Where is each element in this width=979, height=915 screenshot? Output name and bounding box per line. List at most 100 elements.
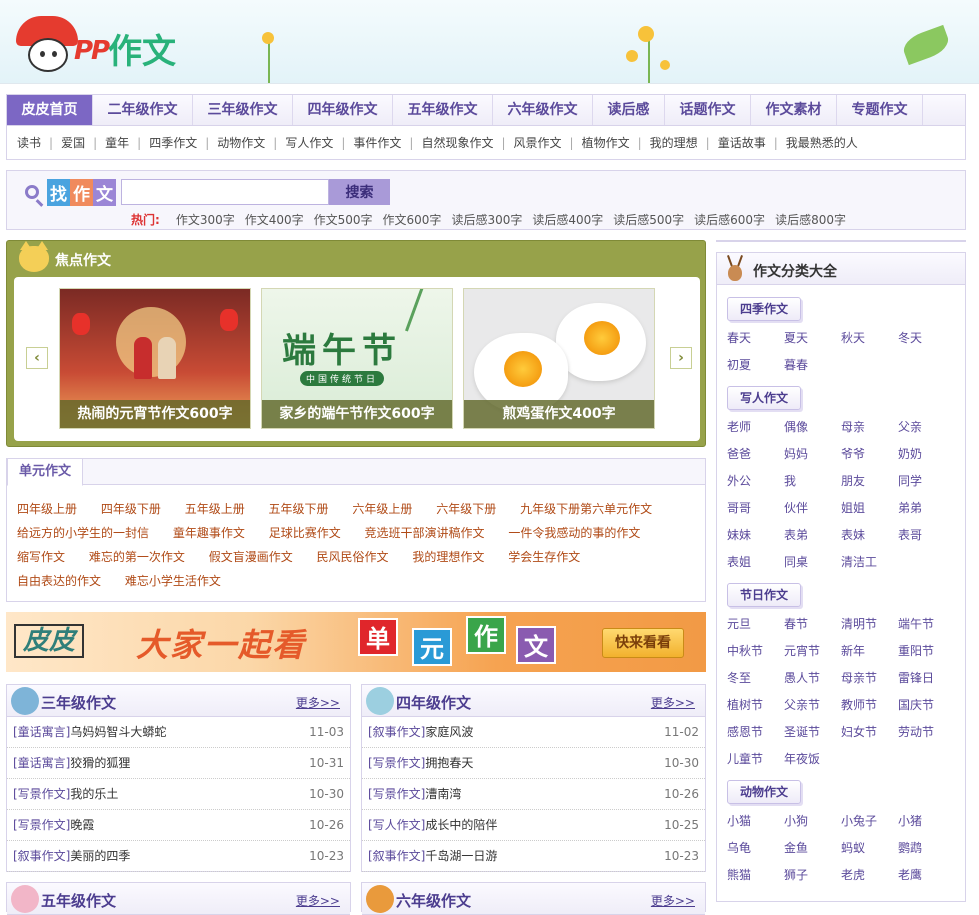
category-link[interactable]: 哥哥 [727,499,784,517]
category-link[interactable]: 我 [784,472,841,490]
category-link[interactable]: 同学 [898,472,955,490]
hot-item[interactable]: 作文600字 [383,211,442,228]
category-link[interactable]: 中秋节 [727,642,784,660]
category-link[interactable]: 同桌 [784,553,841,571]
category-link[interactable]: 表弟 [784,526,841,544]
carousel-prev-button[interactable]: ‹ [26,347,48,369]
unit-link[interactable]: 四年级上册 [17,502,77,516]
subnav-item[interactable]: 风景作文 [514,134,562,151]
more-link[interactable]: 更多>> [651,694,695,711]
nav-grade-2[interactable]: 二年级作文 [93,95,193,125]
unit-link[interactable]: 六年级下册 [436,502,496,516]
category-link[interactable]: 蚂蚁 [841,839,898,857]
hot-item[interactable]: 读后感300字 [451,211,522,228]
category-link[interactable]: 偶像 [784,418,841,436]
category-link[interactable]: 冬至 [727,669,784,687]
tab-unit-compositions[interactable]: 单元作文 [7,458,83,486]
unit-link[interactable]: 学会生存作文 [508,550,580,564]
category-link[interactable]: 劳动节 [898,723,955,741]
unit-link[interactable]: 难忘的第一次作文 [89,550,185,564]
article-row[interactable]: [童话寓言]乌妈妈智斗大蟒蛇 11-03 [7,717,350,748]
article-row[interactable]: [写景作文]漕南湾 10-26 [362,779,705,810]
site-logo[interactable]: PP 作文 [14,12,194,74]
category-link[interactable]: 夏天 [784,329,841,347]
unit-link[interactable]: 给远方的小学生的一封信 [17,526,149,540]
category-link[interactable]: 爷爷 [841,445,898,463]
nav-special[interactable]: 专题作文 [837,95,923,125]
carousel-slide[interactable]: 端午节 中国传统节日 家乡的端午节作文600字 [261,288,453,429]
category-link[interactable]: 新年 [841,642,898,660]
nav-grade-6[interactable]: 六年级作文 [493,95,593,125]
category-link[interactable]: 老虎 [841,866,898,884]
article-row[interactable]: [写景作文]我的乐土 10-30 [7,779,350,810]
unit-link[interactable]: 缩写作文 [17,550,65,564]
unit-link[interactable]: 我的理想作文 [412,550,484,564]
unit-link[interactable]: 民风民俗作文 [317,550,389,564]
category-link[interactable]: 父亲 [898,418,955,436]
search-input[interactable] [121,179,329,205]
subnav-item[interactable]: 读书 [17,134,41,151]
subnav-item[interactable]: 动物作文 [217,134,265,151]
category-link[interactable]: 小猫 [727,812,784,830]
unit-link[interactable]: 五年级下册 [269,502,329,516]
unit-link[interactable]: 假文盲漫画作文 [209,550,293,564]
subnav-item[interactable]: 植物作文 [582,134,630,151]
category-link[interactable]: 鹦鹉 [898,839,955,857]
subnav-item[interactable]: 四季作文 [149,134,197,151]
hot-item[interactable]: 作文300字 [176,211,235,228]
subnav-item[interactable]: 童话故事 [718,134,766,151]
category-link[interactable]: 冬天 [898,329,955,347]
search-button[interactable]: 搜索 [329,179,390,205]
article-row[interactable]: [写人作文]成长中的陪伴 10-25 [362,810,705,841]
category-link[interactable]: 儿童节 [727,750,784,768]
category-link[interactable]: 外公 [727,472,784,490]
more-link[interactable]: 更多>> [296,892,340,909]
category-link[interactable]: 妇女节 [841,723,898,741]
hot-item[interactable]: 读后感600字 [694,211,765,228]
unit-link[interactable]: 九年级下册第六单元作文 [520,502,652,516]
category-animals[interactable]: 动物作文 [727,780,802,804]
category-link[interactable]: 妈妈 [784,445,841,463]
category-link[interactable]: 弟弟 [898,499,955,517]
category-link[interactable]: 伙伴 [784,499,841,517]
category-people[interactable]: 写人作文 [727,386,802,410]
unit-link[interactable]: 一件令我感动的事的作文 [508,526,640,540]
category-link[interactable]: 母亲 [841,418,898,436]
category-link[interactable]: 清洁工 [841,553,898,571]
unit-link[interactable]: 童年趣事作文 [173,526,245,540]
banner-see-button[interactable]: 快来看看 [602,628,684,658]
nav-material[interactable]: 作文素材 [751,95,837,125]
category-link[interactable]: 秋天 [841,329,898,347]
unit-link[interactable]: 难忘小学生活作文 [125,574,221,588]
category-link[interactable]: 爸爸 [727,445,784,463]
nav-reading-notes[interactable]: 读后感 [593,95,665,125]
category-link[interactable]: 表妹 [841,526,898,544]
article-row[interactable]: [叙事作文]美丽的四季 10-23 [7,841,350,872]
promo-banner[interactable]: 皮皮 大家一起看 单 元 作 文 快来看看 [6,612,706,672]
category-link[interactable]: 奶奶 [898,445,955,463]
subnav-item[interactable]: 自然现象作文 [421,134,493,151]
unit-link[interactable]: 足球比赛作文 [269,526,341,540]
category-festivals[interactable]: 节日作文 [727,583,802,607]
subnav-item[interactable]: 写人作文 [285,134,333,151]
unit-link[interactable]: 四年级下册 [101,502,161,516]
category-link[interactable]: 乌龟 [727,839,784,857]
nav-grade-5[interactable]: 五年级作文 [393,95,493,125]
category-link[interactable]: 父亲节 [784,696,841,714]
more-link[interactable]: 更多>> [296,694,340,711]
subnav-item[interactable]: 爱国 [61,134,85,151]
category-link[interactable]: 狮子 [784,866,841,884]
hot-item[interactable]: 读后感500字 [613,211,684,228]
article-row[interactable]: [写景作文]晚霞 10-26 [7,810,350,841]
subnav-item[interactable]: 我最熟悉的人 [786,134,858,151]
article-row[interactable]: [写景作文]拥抱春天 10-30 [362,748,705,779]
category-link[interactable]: 春天 [727,329,784,347]
category-link[interactable]: 端午节 [898,615,955,633]
hot-item[interactable]: 作文500字 [314,211,373,228]
category-link[interactable]: 圣诞节 [784,723,841,741]
category-link[interactable]: 小狗 [784,812,841,830]
category-link[interactable]: 愚人节 [784,669,841,687]
article-row[interactable]: [童话寓言]狡猾的狐狸 10-31 [7,748,350,779]
category-link[interactable]: 熊猫 [727,866,784,884]
category-link[interactable]: 年夜饭 [784,750,841,768]
